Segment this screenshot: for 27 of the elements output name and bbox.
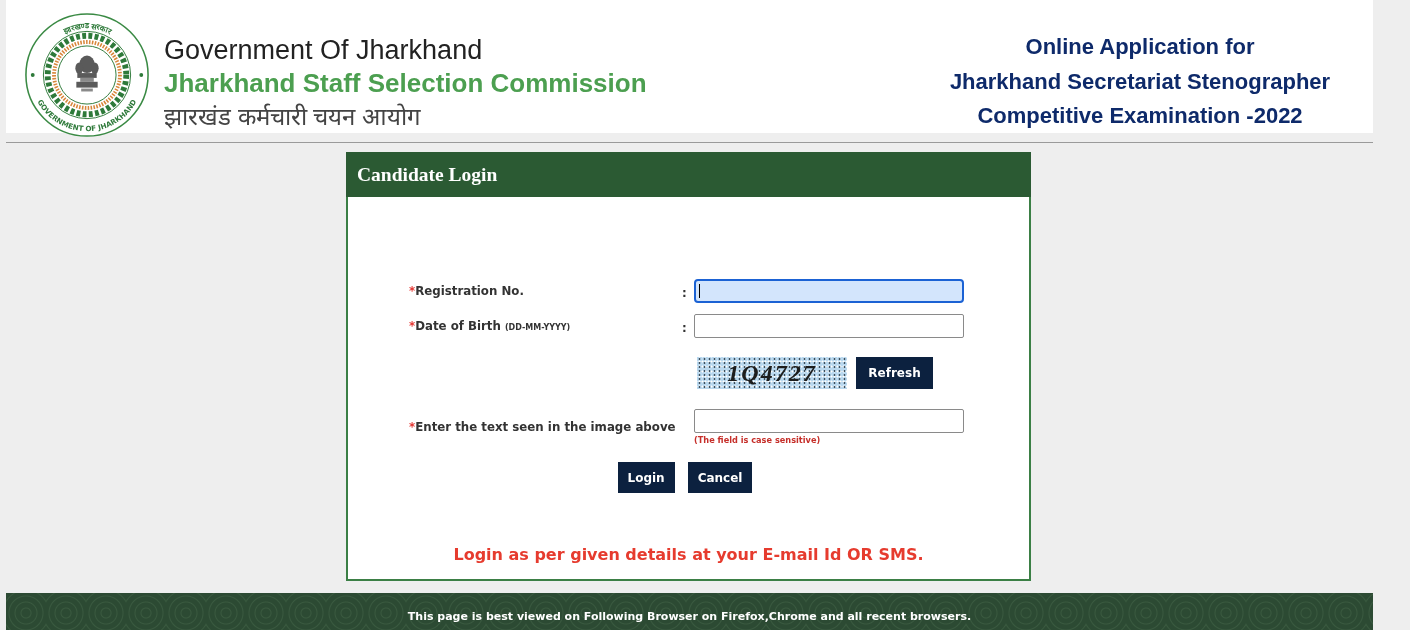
case-sensitive-note: (The field is case sensitive)	[694, 435, 821, 445]
format-hint: (DD-MM-YYYY)	[504, 323, 571, 332]
captcha-code: 1Q4727	[697, 357, 847, 389]
label-colon: :	[681, 320, 687, 335]
login-button[interactable]: Login	[617, 462, 675, 493]
panel-title: Candidate Login	[357, 163, 498, 186]
refresh-button[interactable]: Refresh	[856, 357, 933, 389]
field-label: *Date of Birth	[409, 319, 501, 333]
application-title: Competitive Examination -2022	[977, 102, 1303, 130]
application-title: Online Application for	[1025, 33, 1255, 61]
dot-icon	[139, 73, 144, 77]
field-label: *Enter the text seen in the image above	[409, 420, 676, 434]
government-title: Government Of Jharkhand	[164, 34, 484, 66]
footer-note: This page is best viewed on Following Browser on Firefox,Chrome and all recent browsers.	[407, 610, 972, 623]
input-field[interactable]	[694, 279, 964, 303]
login-notice: Login as per given details at your E-mail Id OR SMS.	[452, 545, 925, 565]
input-field[interactable]	[694, 409, 964, 433]
commission-name: Jharkhand Staff Selection Commission	[164, 67, 647, 100]
label-colon: :	[681, 285, 687, 300]
lion-capital-icon	[75, 55, 99, 92]
application-title: Jharkhand Secretariat Stenographer	[949, 67, 1331, 96]
dot-icon	[30, 73, 35, 77]
commission-name-hindi: झारखंड कर्मचारी चयन आयोग	[164, 102, 422, 132]
cancel-button[interactable]: Cancel	[687, 462, 753, 493]
input-field[interactable]	[694, 314, 964, 338]
text-cursor-icon	[699, 284, 700, 298]
field-label: *Registration No.	[409, 284, 524, 298]
